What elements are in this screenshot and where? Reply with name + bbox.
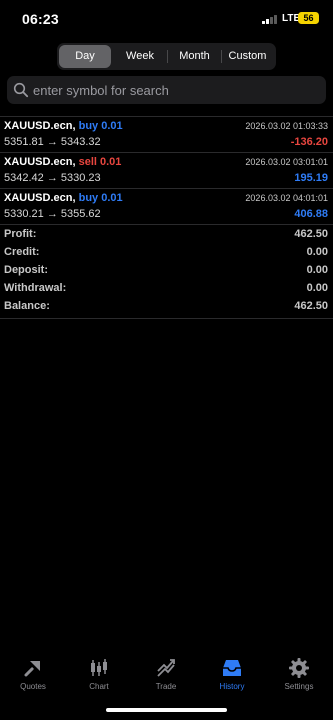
deal-side: buy 0.01 (78, 120, 123, 132)
tab-month[interactable]: Month (168, 45, 221, 68)
trade-icon (157, 659, 175, 677)
deal-symbol-line: XAUUSD.ecn, sell 0.01 (4, 156, 121, 168)
tab-week[interactable]: Week (113, 45, 167, 68)
battery-icon: 56 (298, 12, 319, 24)
tab-label: Chart (89, 682, 109, 691)
deal-side: buy 0.01 (78, 192, 123, 204)
quotes-icon (24, 661, 40, 677)
history-inbox-icon (223, 660, 241, 676)
summary-label: Balance: (4, 300, 50, 312)
deal-close-price: 5355.62 (60, 208, 101, 220)
deal-open-price: 5330.21 (4, 208, 44, 220)
summary-value: 462.50 (294, 300, 328, 312)
summary-label: Credit: (4, 246, 40, 258)
tab-label: Trade (155, 682, 177, 691)
summary-value: 0.00 (306, 246, 328, 258)
summary-row-profit: Profit: 462.50 (0, 225, 333, 243)
tab-settings[interactable]: Settings (266, 650, 332, 700)
deal-symbol: XAUUSD.ecn, (4, 192, 76, 204)
search-icon (13, 82, 29, 98)
deal-open-price: 5342.42 (4, 172, 44, 184)
deal-time: 2026.03.02 01:03:33 (245, 121, 328, 131)
deal-symbol: XAUUSD.ecn, (4, 156, 76, 168)
summary-row-credit: Credit: 0.00 (0, 243, 333, 261)
candlestick-chart-icon (91, 659, 107, 676)
deals-list: XAUUSD.ecn, buy 0.01 5351.81 → 5343.32 2… (0, 116, 333, 224)
tab-label: Settings (284, 682, 314, 691)
deal-time: 2026.03.02 04:01:01 (245, 193, 328, 203)
summary-value: 0.00 (306, 282, 328, 294)
gear-icon (289, 658, 309, 678)
deal-time: 2026.03.02 03:01:01 (245, 157, 328, 167)
tab-day[interactable]: Day (59, 45, 111, 68)
tab-quotes[interactable]: Quotes (0, 650, 66, 700)
arrow-right-icon: → (46, 136, 58, 148)
bottom-tab-bar: Quotes Chart Trade History Settings (0, 650, 333, 700)
deal-profit: 195.19 (294, 172, 328, 184)
deal-open-price: 5351.81 (4, 136, 44, 148)
deal-symbol-line: XAUUSD.ecn, buy 0.01 (4, 192, 123, 204)
summary-row-deposit: Deposit: 0.00 (0, 261, 333, 279)
summary-row-balance: Balance: 462.50 (0, 297, 333, 315)
deal-symbol: XAUUSD.ecn, (4, 120, 76, 132)
tab-label: History (219, 682, 245, 691)
summary-label: Withdrawal: (4, 282, 67, 294)
deal-prices: 5351.81 → 5343.32 (4, 136, 101, 148)
deal-symbol-line: XAUUSD.ecn, buy 0.01 (4, 120, 123, 132)
summary-value: 462.50 (294, 228, 328, 240)
cellular-signal-icon (262, 15, 278, 24)
deal-profit: -136.20 (290, 136, 328, 148)
deal-prices: 5330.21 → 5355.62 (4, 208, 101, 220)
tab-label: Quotes (20, 682, 46, 691)
status-time: 06:23 (22, 11, 59, 27)
arrow-right-icon: → (46, 172, 58, 184)
summary-label: Deposit: (4, 264, 48, 276)
deal-row[interactable]: XAUUSD.ecn, buy 0.01 5330.21 → 5355.62 2… (0, 188, 333, 224)
summary-value: 0.00 (306, 264, 328, 276)
tab-chart[interactable]: Chart (66, 650, 132, 700)
deal-row[interactable]: XAUUSD.ecn, sell 0.01 5342.42 → 5330.23 … (0, 152, 333, 188)
home-indicator[interactable] (106, 708, 227, 712)
deal-side: sell 0.01 (78, 156, 122, 168)
status-bar: 06:23 LTE 56 (0, 0, 333, 40)
summary-row-withdrawal: Withdrawal: 0.00 (0, 279, 333, 297)
tab-trade[interactable]: Trade (133, 650, 199, 700)
tab-custom[interactable]: Custom (221, 45, 274, 68)
deal-profit: 406.88 (294, 208, 328, 220)
deal-close-price: 5343.32 (60, 136, 101, 148)
arrow-right-icon: → (46, 208, 58, 220)
account-summary: Profit: 462.50 Credit: 0.00 Deposit: 0.0… (0, 224, 333, 319)
tab-history[interactable]: History (199, 650, 265, 700)
period-segmented-control: Day Week Month Custom (57, 43, 276, 70)
summary-label: Profit: (4, 228, 37, 240)
search-bar[interactable] (7, 76, 326, 104)
search-input[interactable] (33, 80, 313, 100)
deal-close-price: 5330.23 (60, 172, 101, 184)
deal-prices: 5342.42 → 5330.23 (4, 172, 101, 184)
deal-row[interactable]: XAUUSD.ecn, buy 0.01 5351.81 → 5343.32 2… (0, 116, 333, 152)
